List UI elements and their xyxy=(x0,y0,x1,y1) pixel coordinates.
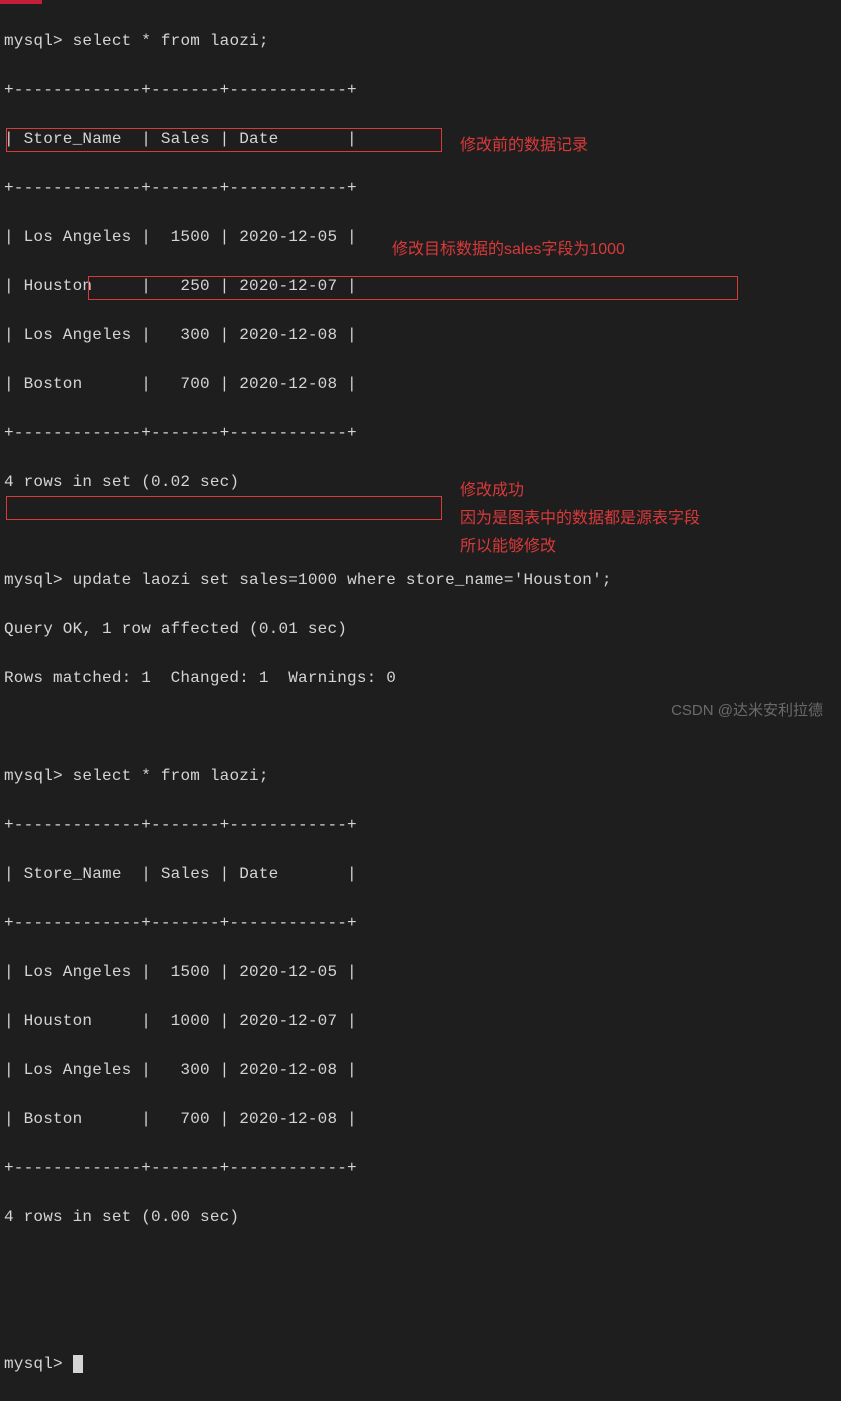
table-row: | Los Angeles | 300 | 2020-12-08 | xyxy=(4,1058,841,1083)
rows-summary: 4 rows in set (0.00 sec) xyxy=(4,1205,841,1230)
sql-update: update laozi set sales=1000 where store_… xyxy=(73,571,612,589)
table-row: | Houston | 1000 | 2020-12-07 | xyxy=(4,1009,841,1034)
table-border: +-------------+-------+------------+ xyxy=(4,813,841,838)
prompt: mysql> xyxy=(4,571,73,589)
annotation-reason-2: 所以能够修改 xyxy=(460,532,556,556)
watermark: CSDN @达米安利拉德 xyxy=(671,699,823,720)
annotation-reason-1: 因为是图表中的数据都是源表字段 xyxy=(460,504,700,528)
cursor-icon[interactable] xyxy=(73,1355,83,1373)
sql-select-2: select * from laozi; xyxy=(73,767,269,785)
annotation-update-goal: 修改目标数据的sales字段为1000 xyxy=(392,235,625,259)
table-header: | Store_Name | Sales | Date | xyxy=(4,127,841,152)
table-border: +-------------+-------+------------+ xyxy=(4,421,841,446)
sql-select-1: select * from laozi; xyxy=(73,32,269,50)
prompt: mysql> xyxy=(4,32,73,50)
table-row: | Los Angeles | 1500 | 2020-12-05 | xyxy=(4,960,841,985)
update-info: Rows matched: 1 Changed: 1 Warnings: 0 xyxy=(4,666,841,691)
table-border: +-------------+-------+------------+ xyxy=(4,1156,841,1181)
update-ok: Query OK, 1 row affected (0.01 sec) xyxy=(4,617,841,642)
prompt: mysql> xyxy=(4,1355,73,1373)
table-header: | Store_Name | Sales | Date | xyxy=(4,862,841,887)
table-row: | Los Angeles | 300 | 2020-12-08 | xyxy=(4,323,841,348)
table-row: | Boston | 700 | 2020-12-08 | xyxy=(4,372,841,397)
table-border: +-------------+-------+------------+ xyxy=(4,78,841,103)
annotation-success: 修改成功 xyxy=(460,476,524,500)
table-border: +-------------+-------+------------+ xyxy=(4,911,841,936)
annotation-before: 修改前的数据记录 xyxy=(460,131,588,155)
prompt: mysql> xyxy=(4,767,73,785)
table-border: +-------------+-------+------------+ xyxy=(4,176,841,201)
table-row: | Boston | 700 | 2020-12-08 | xyxy=(4,1107,841,1132)
table-row: | Houston | 250 | 2020-12-07 | xyxy=(4,274,841,299)
rows-summary: 4 rows in set (0.02 sec) xyxy=(4,470,841,495)
